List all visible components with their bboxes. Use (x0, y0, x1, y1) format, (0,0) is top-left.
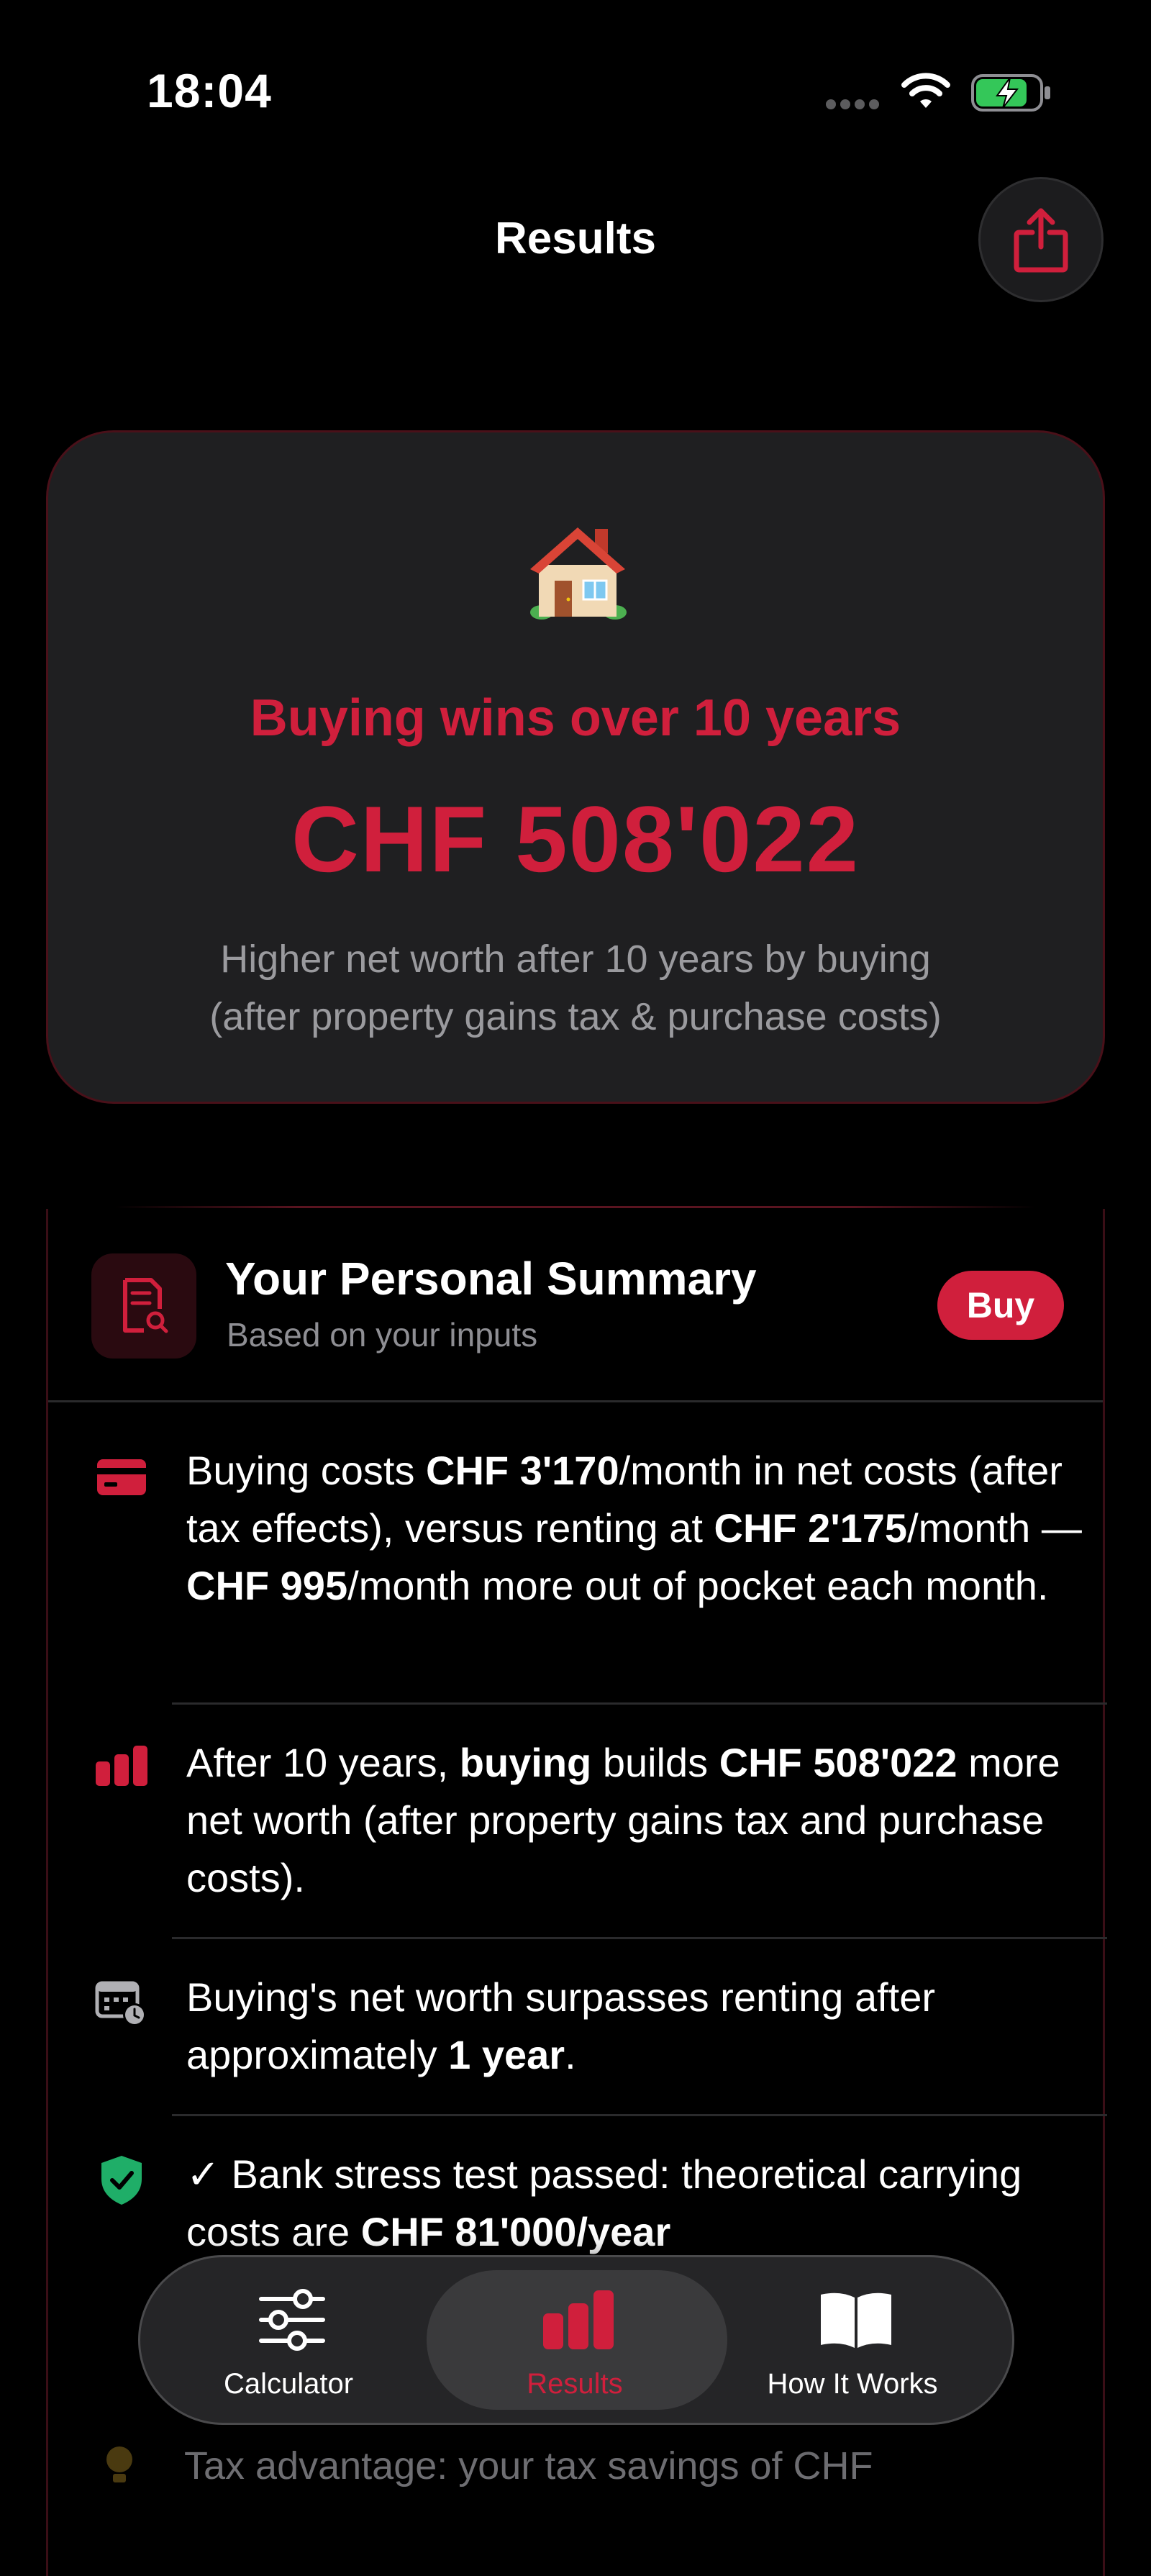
divider (172, 1702, 1107, 1705)
lightbulb-icon (106, 2446, 132, 2482)
summary-subtitle: Based on your inputs (227, 1316, 538, 1353)
credit-card-icon (97, 1459, 146, 1495)
share-icon (1014, 208, 1068, 273)
calendar-clock-icon (95, 1981, 146, 2026)
tab-label: Results (527, 2368, 623, 2400)
cellular-signal-icon (826, 99, 883, 113)
tab-label: Calculator (223, 2368, 354, 2400)
sliders-icon (259, 2289, 325, 2351)
divider (172, 2114, 1107, 2116)
divider (48, 1400, 1103, 1402)
tab-bar: Calculator Results How It Works (138, 2255, 1014, 2425)
insight-text: ✓ Bank stress test passed: theoretical c… (186, 2151, 1022, 2254)
bar-chart-icon (543, 2290, 614, 2349)
summary-title: Your Personal Summary (225, 1253, 757, 1305)
share-button[interactable] (978, 177, 1104, 302)
insight-text: Buying costs CHF 3'170/month in net cost… (186, 1448, 1082, 1608)
insight-text: After 10 years, buying builds CHF 508'02… (186, 1740, 1060, 1900)
book-icon (821, 2292, 891, 2348)
tab-how-it-works[interactable]: How It Works (709, 2257, 996, 2423)
result-description-line1: Higher net worth after 10 years by buyin… (220, 938, 931, 981)
result-hero-card: Buying wins over 10 years CHF 508'022 Hi… (46, 430, 1105, 1104)
status-bar: 18:04 (0, 0, 1151, 173)
document-search-icon (91, 1253, 196, 1359)
house-icon (530, 527, 627, 620)
insight-text: Buying's net worth surpasses renting aft… (186, 1974, 936, 2077)
battery-charging-icon (971, 74, 1050, 112)
tab-calculator[interactable]: Calculator (145, 2257, 432, 2423)
status-time: 18:04 (147, 64, 272, 117)
insight-tax-advantage: Tax advantage: your tax savings of CHF (184, 2444, 873, 2487)
bar-chart-icon (96, 1746, 147, 1786)
result-description: Higher net worth after 10 years by buyin… (48, 930, 1103, 1046)
tab-label: How It Works (767, 2368, 938, 2400)
result-amount: CHF 508'022 (291, 786, 860, 892)
recommendation-badge: Buy (937, 1271, 1064, 1340)
tab-results[interactable]: Results (431, 2257, 719, 2423)
result-headline: Buying wins over 10 years (250, 689, 901, 747)
divider (115, 1206, 1036, 1208)
divider (172, 1937, 1107, 1939)
wifi-icon (901, 73, 950, 108)
shield-check-icon (101, 2156, 142, 2205)
result-description-line2: (after property gains tax & purchase cos… (209, 995, 942, 1038)
